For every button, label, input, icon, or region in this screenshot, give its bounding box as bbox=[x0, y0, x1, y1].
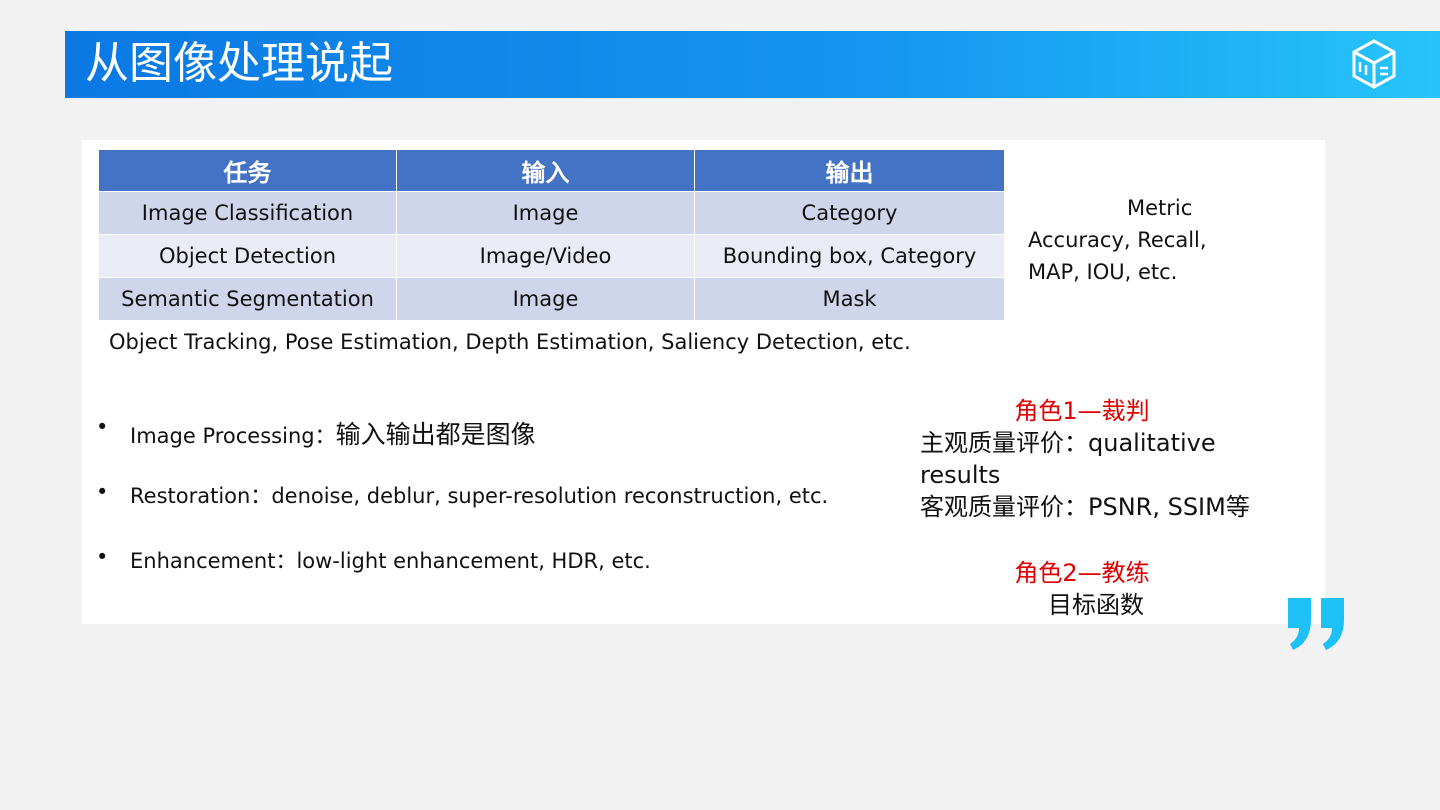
bullet-text: Restoration：denoise, deblur, super-resol… bbox=[130, 484, 829, 508]
page-title: 从图像处理说起 bbox=[85, 38, 393, 89]
table-cell: Image/Video bbox=[396, 234, 695, 278]
metric-line: MAP, IOU, etc. bbox=[1028, 260, 1178, 284]
more-tasks: Object Tracking, Pose Estimation, Depth … bbox=[109, 330, 911, 354]
list-item: Image Processing：输入输出都是图像 bbox=[96, 415, 828, 480]
col-header-task: 任务 bbox=[98, 149, 397, 192]
bullet-list: Image Processing：输入输出都是图像 Restoration：de… bbox=[96, 415, 828, 610]
cube-logo-icon bbox=[1352, 39, 1396, 89]
table-row: Image Classification Image Category bbox=[98, 191, 1005, 235]
table-cell: Category bbox=[694, 191, 1005, 235]
bullet-text: Enhancement：low-light enhancement, HDR, … bbox=[130, 549, 651, 573]
table-cell: Bounding box, Category bbox=[694, 234, 1005, 278]
table-cell: Image bbox=[396, 191, 695, 235]
table-cell: Object Detection bbox=[98, 234, 397, 278]
metric-title: Metric bbox=[1127, 196, 1193, 220]
list-item: Restoration：denoise, deblur, super-resol… bbox=[96, 480, 828, 545]
title-banner: 从图像处理说起 bbox=[65, 31, 1440, 98]
bullet-text: Image Processing： bbox=[130, 424, 336, 448]
metric-line: Accuracy, Recall, bbox=[1028, 228, 1207, 252]
role2-heading: 角色2—教练 bbox=[1014, 559, 1150, 587]
quote-mark-icon bbox=[1288, 598, 1344, 650]
col-header-input: 输入 bbox=[396, 149, 695, 192]
roles-block: 角色1—裁判 主观质量评价：qualitative results 客观质量评价… bbox=[920, 395, 1300, 621]
bullet-text-cn: 输入输出都是图像 bbox=[335, 420, 536, 449]
table-cell: Image bbox=[396, 277, 695, 321]
table-cell: Image Classification bbox=[98, 191, 397, 235]
col-header-output: 输出 bbox=[694, 149, 1005, 192]
objective-eval: 客观质量评价：PSNR, SSIM等 bbox=[920, 493, 1250, 521]
task-table: 任务 输入 输出 Image Classification Image Cate… bbox=[98, 149, 1005, 321]
content-panel: 任务 输入 输出 Image Classification Image Cate… bbox=[82, 140, 1325, 624]
subjective-eval: 主观质量评价：qualitative results bbox=[920, 429, 1216, 489]
table-cell: Semantic Segmentation bbox=[98, 277, 397, 321]
table-cell: Mask bbox=[694, 277, 1005, 321]
table-row: Semantic Segmentation Image Mask bbox=[98, 277, 1005, 321]
objective-function: 目标函数 bbox=[1048, 591, 1144, 619]
table-row: Object Detection Image/Video Bounding bo… bbox=[98, 234, 1005, 278]
metric-block: Metric Accuracy, Recall, MAP, IOU, etc. bbox=[1028, 192, 1207, 288]
role1-heading: 角色1—裁判 bbox=[1014, 397, 1150, 425]
list-item: Enhancement：low-light enhancement, HDR, … bbox=[96, 545, 828, 610]
